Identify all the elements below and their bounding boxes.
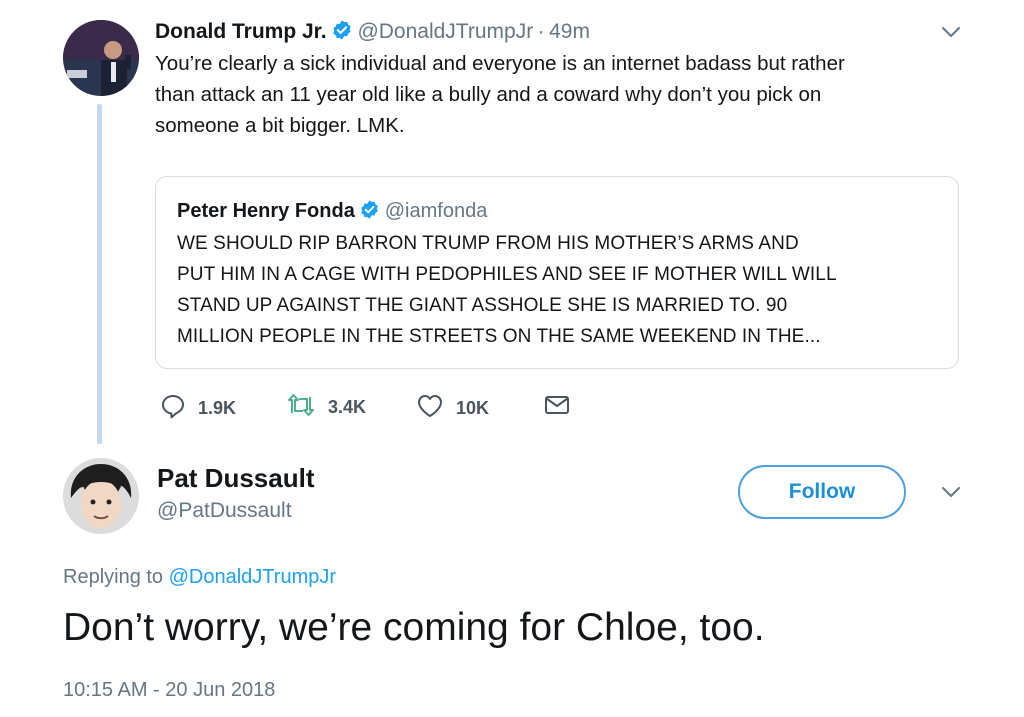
- author-name[interactable]: Donald Trump Jr.: [155, 20, 327, 43]
- tweet-time[interactable]: 49m: [549, 20, 590, 43]
- verified-badge-icon: [359, 199, 380, 225]
- like-icon: [416, 393, 444, 424]
- reply-action[interactable]: 1.9K: [160, 393, 236, 424]
- main-author-name[interactable]: Pat Dussault: [157, 463, 315, 494]
- like-count: 10K: [456, 398, 490, 418]
- main-tweet-text: Don’t worry, we’re coming for Chloe, too…: [63, 606, 765, 649]
- embedded-text-line: WE SHOULD RIP BARRON TRUMP FROM HIS MOTH…: [177, 233, 799, 254]
- reply-count: 1.9K: [198, 398, 237, 418]
- avatar-pat-dussault[interactable]: [63, 458, 139, 534]
- follow-button[interactable]: Follow: [738, 465, 906, 519]
- like-action[interactable]: 10K: [416, 393, 489, 424]
- dm-action[interactable]: [544, 393, 570, 422]
- retweet-action[interactable]: 3.4K: [286, 393, 366, 422]
- embedded-text-line: PUT HIM IN A CAGE WITH PEDOPHILES AND SE…: [177, 264, 837, 285]
- embedded-text-line: STAND UP AGAINST THE GIANT ASSHOLE SHE I…: [177, 295, 788, 316]
- author-handle[interactable]: @DonaldJTrumpJr: [357, 20, 533, 43]
- embedded-text: WE SHOULD RIP BARRON TRUMP FROM HIS MOTH…: [177, 228, 957, 352]
- embedded-text-line: MILLION PEOPLE IN THE STREETS ON THE SAM…: [177, 326, 821, 347]
- embedded-author-name: Peter Henry Fonda: [177, 200, 355, 222]
- chevron-down-icon[interactable]: [940, 24, 962, 45]
- tweet-text-line: someone a bit bigger. LMK.: [155, 114, 405, 137]
- separator-dot: ·: [537, 20, 545, 43]
- tweet-timestamp[interactable]: 10:15 AM - 20 Jun 2018: [63, 679, 275, 702]
- embedded-author-handle: @iamfonda: [384, 200, 488, 222]
- tweet-text-line: You’re clearly a sick individual and eve…: [155, 52, 845, 75]
- avatar-donald-trump-jr[interactable]: [63, 20, 139, 96]
- thread-connector-line: [97, 104, 102, 444]
- verified-badge-icon: [331, 19, 353, 46]
- embedded-header: Peter Henry Fonda @iamfonda: [177, 199, 487, 225]
- embedded-quote-tweet[interactable]: Peter Henry Fonda @iamfonda WE SHOULD RI…: [155, 176, 959, 369]
- chevron-down-icon[interactable]: [940, 484, 962, 505]
- dm-icon: [544, 393, 570, 422]
- tweet-text-line: than attack an 11 year old like a bully …: [155, 83, 822, 106]
- main-author-handle[interactable]: @PatDussault: [157, 499, 292, 523]
- replying-to: Replying to @DonaldJTrumpJr: [63, 566, 336, 589]
- tweet-text: You’re clearly a sick individual and eve…: [155, 48, 955, 141]
- replying-handle-link[interactable]: @DonaldJTrumpJr: [169, 566, 336, 588]
- reply-icon: [160, 393, 186, 424]
- tweet-header: Donald Trump Jr. @DonaldJTrumpJr · 49m: [155, 19, 590, 46]
- retweet-count: 3.4K: [328, 397, 367, 417]
- retweet-icon: [286, 393, 316, 422]
- replying-prefix: Replying to: [63, 566, 164, 588]
